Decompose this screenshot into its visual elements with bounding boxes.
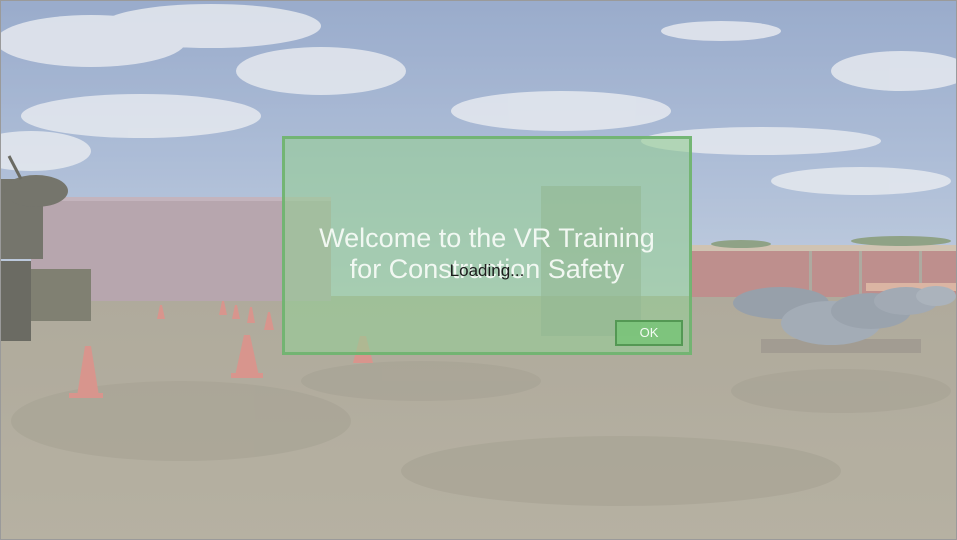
game-viewport: Welcome to the VR Training for Construct… (0, 0, 957, 540)
loading-text: Loading... (449, 261, 525, 280)
welcome-dialog: Welcome to the VR Training for Construct… (282, 136, 692, 355)
ok-button[interactable]: OK (615, 320, 683, 346)
